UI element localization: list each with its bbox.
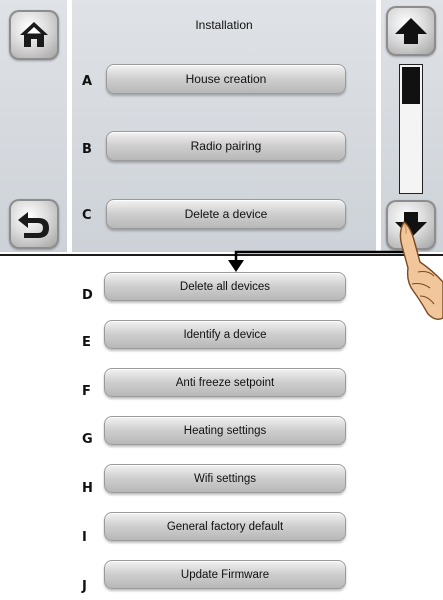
- home-button[interactable]: [9, 10, 59, 60]
- item-letter-i: I: [82, 530, 87, 545]
- item-letter-h: H: [82, 481, 93, 496]
- page-title: Installation: [195, 18, 253, 32]
- item-letter-d: D: [82, 288, 93, 303]
- anti-freeze-setpoint-button[interactable]: Anti freeze setpoint: [104, 368, 346, 397]
- scrollbar-track[interactable]: [399, 64, 423, 194]
- delete-a-device-button[interactable]: Delete a device: [106, 199, 346, 229]
- general-factory-default-button[interactable]: General factory default: [104, 512, 346, 541]
- update-firmware-button[interactable]: Update Firmware: [104, 560, 346, 589]
- arrow-up-icon: [395, 18, 427, 44]
- wifi-settings-button[interactable]: Wifi settings: [104, 464, 346, 493]
- item-letter-f: F: [82, 384, 91, 399]
- house-creation-button[interactable]: House creation: [106, 64, 346, 94]
- item-letter-g: G: [82, 432, 93, 447]
- item-letter-e: E: [82, 335, 91, 350]
- scroll-down-button[interactable]: [386, 200, 436, 250]
- back-arrow-icon: [18, 212, 49, 238]
- item-letter-j: J: [82, 579, 87, 594]
- heating-settings-button[interactable]: Heating settings: [104, 416, 346, 445]
- home-icon: [20, 22, 48, 47]
- scrollbar-thumb[interactable]: [402, 67, 420, 105]
- scroll-up-button[interactable]: [386, 6, 436, 56]
- delete-all-devices-button[interactable]: Delete all devices: [104, 272, 346, 301]
- radio-pairing-button[interactable]: Radio pairing: [106, 131, 346, 161]
- item-letter-a: A: [82, 74, 93, 89]
- back-button[interactable]: [9, 199, 59, 249]
- thermostat-screen: Installation A House creation B Radio pa…: [0, 0, 443, 256]
- item-letter-c: C: [82, 208, 92, 223]
- identify-a-device-button[interactable]: Identify a device: [104, 320, 346, 349]
- arrow-down-icon: [395, 212, 427, 238]
- item-letter-b: B: [82, 142, 92, 157]
